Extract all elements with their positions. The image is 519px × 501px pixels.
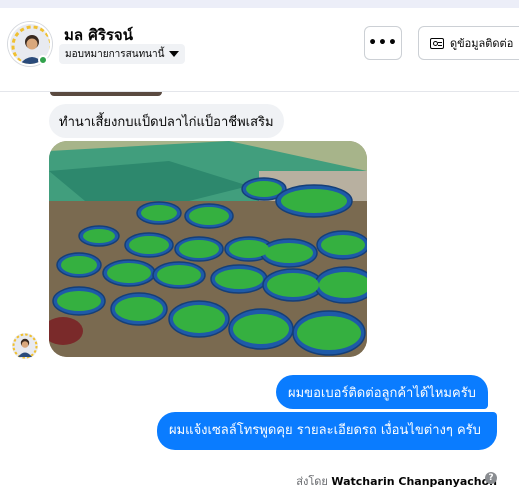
online-status-dot — [38, 55, 48, 65]
ellipsis-icon: ••• — [368, 35, 398, 51]
sender-name[interactable]: Watcharin Chanpanyachon — [331, 475, 497, 488]
contact-card-icon — [430, 37, 444, 49]
assign-label: มอบหมายการสนทนานี้ — [65, 48, 165, 60]
more-options-button[interactable]: ••• — [364, 26, 402, 60]
top-band — [0, 0, 519, 8]
sender-avatar[interactable] — [12, 333, 38, 359]
outgoing-message-text: ผมขอเบอร์ติดต่อลูกค้าได้ไหมครับ — [288, 385, 476, 401]
caret-down-icon — [169, 51, 180, 57]
previous-image-edge[interactable] — [50, 92, 162, 96]
outgoing-message[interactable]: ผมแจ้งเซลล์โทรพูดคุย รายละเอียดรถ เงื่อน… — [157, 412, 497, 450]
outgoing-message[interactable]: ผมขอเบอร์ติดต่อลูกค้าได้ไหมครับ — [276, 375, 488, 409]
help-icon[interactable]: ? — [485, 472, 497, 484]
attached-photo[interactable] — [49, 141, 367, 357]
outgoing-message-text: ผมแจ้งเซลล์โทรพูดคุย รายละเอียดรถ เงื่อน… — [169, 423, 481, 438]
view-contact-button[interactable]: ดูข้อมูลติดต่อ — [418, 26, 519, 60]
sent-by-label: ส่งโดย — [296, 475, 328, 488]
incoming-message[interactable]: ทำนาเสี้ยงกบแป็ดปลาไก่แป็อาชีพเสริม — [49, 104, 284, 138]
incoming-message-text: ทำนาเสี้ยงกบแป็ดปลาไก่แป็อาชีพเสริม — [59, 114, 274, 130]
assign-conversation-dropdown[interactable]: มอบหมายการสนทนานี้ — [59, 44, 186, 64]
view-contact-label: ดูข้อมูลติดต่อ — [450, 37, 514, 50]
sent-by-line: ส่งโดย Watcharin Chanpanyachon — [296, 472, 497, 490]
